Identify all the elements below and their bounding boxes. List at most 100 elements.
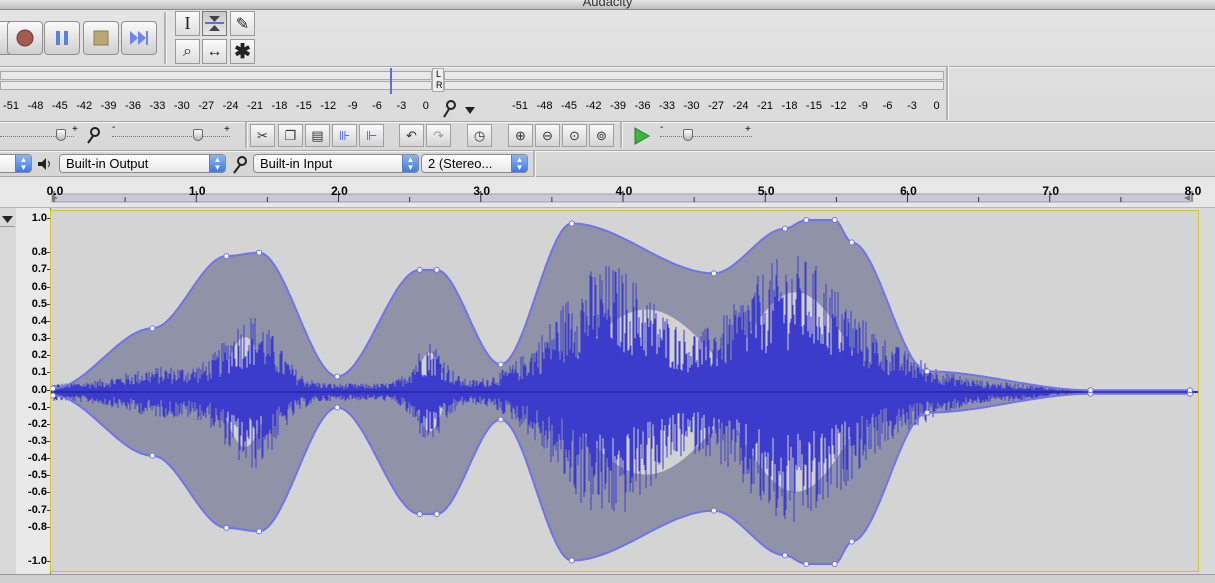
zoom-tool[interactable]: ⌕ (175, 39, 200, 64)
amplitude-ruler[interactable]: 1.0 0.8 0.7 0.6 0.5 0.4 0.3 0.2 0.1 0.0 -0.1 -0.2 -0… (16, 208, 51, 574)
time-shift-tool[interactable]: ↔ (202, 39, 227, 64)
fit-selection-button[interactable]: ⊙ (562, 124, 587, 147)
track-menu-dropdown[interactable] (0, 210, 16, 230)
skip-end-icon (130, 31, 148, 45)
microphone-icon (233, 156, 247, 174)
selection-tool[interactable]: I (175, 11, 200, 36)
output-meter-tick-label: -48 (27, 100, 44, 112)
envelope-tool[interactable] (202, 11, 227, 36)
envelope-control-point[interactable] (334, 404, 341, 411)
window-title: Audacity (582, 0, 633, 9)
envelope-control-point[interactable] (848, 538, 855, 545)
redo-button[interactable]: ↷ (426, 124, 451, 147)
envelope-control-point[interactable] (51, 385, 56, 392)
zoom-in-button[interactable]: ⊕ (508, 124, 533, 147)
meter-label-left: L (436, 69, 442, 79)
cut-button[interactable]: ✂ (250, 124, 275, 147)
play-speed-slider[interactable] (660, 136, 752, 138)
envelope-control-point[interactable] (568, 220, 575, 227)
envelope-control-point[interactable] (51, 392, 56, 399)
envelope-control-point[interactable] (256, 249, 263, 256)
audio-host-select[interactable]: ▲ ▼ (0, 154, 32, 173)
fit-project-button[interactable]: ⊚ (589, 124, 614, 147)
input-channels-select[interactable]: 2 (Stereo... ▲ ▼ (421, 154, 528, 173)
undo-button[interactable]: ↶ (399, 124, 424, 147)
output-meter-scale: -51 -48 -45 -42 -39 -36 -33 -30 -27 -24 -21 -18 -15-… (0, 95, 440, 113)
zoom-out-icon: ⊖ (542, 127, 553, 143)
pause-icon (56, 31, 68, 45)
amplitude-label: 0.5 (31, 297, 47, 310)
envelope-control-point[interactable] (803, 561, 810, 567)
output-meter-right[interactable] (0, 81, 432, 90)
envelope-control-point[interactable] (223, 524, 230, 531)
envelope-control-point[interactable] (334, 373, 341, 380)
copy-button[interactable]: ❐ (278, 124, 303, 147)
stop-button[interactable] (83, 21, 119, 55)
envelope-control-point[interactable] (497, 361, 504, 368)
trim-button[interactable]: ⊪ (332, 124, 357, 147)
output-meter-left[interactable] (0, 71, 432, 80)
track-control-panel[interactable] (0, 208, 17, 574)
waveform-view[interactable] (50, 210, 1199, 572)
output-meter-tick-label: -21 (247, 100, 263, 112)
envelope-control-point[interactable] (1087, 387, 1094, 394)
speaker-icon (38, 158, 50, 170)
draw-tool[interactable]: ✎ (230, 11, 255, 36)
input-meter-tick-label: -21 (757, 100, 773, 112)
envelope-control-point[interactable] (149, 452, 156, 459)
envelope-control-point[interactable] (568, 557, 575, 564)
envelope-control-point[interactable] (416, 511, 423, 518)
input-volume-thumb[interactable] (192, 129, 203, 141)
skip-end-button[interactable] (121, 21, 157, 55)
envelope-control-point[interactable] (848, 239, 855, 246)
timeline-ruler[interactable]: 0.0 1.0 2.0 3.0 4.0 5.0 6.0 7.0 8.0 (0, 177, 1215, 208)
sync-lock-button[interactable]: ◷ (467, 124, 492, 147)
input-meter-menu[interactable] (441, 99, 481, 121)
envelope-control-point[interactable] (433, 266, 440, 273)
paste-button[interactable]: ▤ (305, 124, 330, 147)
toolbar-area: I ✎ ⌕ ↔ ✱ L R -51 -48 -45 -42 -39 -36 -33 -30 -2… (0, 10, 1215, 177)
input-meter-tick-label: -45 (561, 100, 577, 112)
record-button[interactable] (7, 21, 43, 55)
fit-project-icon: ⊚ (596, 127, 607, 143)
envelope-control-point[interactable] (416, 266, 423, 273)
envelope-control-point[interactable] (803, 217, 810, 223)
envelope-control-point[interactable] (710, 270, 717, 277)
waveform-canvas[interactable] (51, 211, 1198, 571)
envelope-control-point[interactable] (781, 225, 788, 232)
envelope-control-point[interactable] (256, 528, 263, 535)
zoom-out-button[interactable]: ⊖ (535, 124, 560, 147)
input-volume-slider[interactable] (112, 136, 230, 138)
envelope-control-point[interactable] (497, 416, 504, 423)
play-speed-thumb[interactable] (682, 129, 693, 141)
envelope-control-point[interactable] (831, 217, 838, 223)
input-meter-tick-label: -6 (882, 100, 893, 112)
selection-icon: I (184, 13, 191, 33)
output-device-value: Built-in Output (66, 156, 149, 171)
output-meter-tick-label: -24 (222, 100, 239, 112)
envelope-control-point[interactable] (924, 409, 931, 416)
envelope-control-point[interactable] (223, 253, 230, 260)
output-device-select[interactable]: Built-in Output ▲ ▼ (59, 154, 226, 173)
clock-icon: ◷ (473, 127, 486, 143)
envelope-control-point[interactable] (149, 325, 156, 332)
timeline-tick-label: 6.0 (900, 184, 917, 198)
output-volume-thumb[interactable] (55, 129, 66, 141)
envelope-control-point[interactable] (710, 507, 717, 514)
envelope-icon (205, 16, 224, 31)
pause-button[interactable] (44, 21, 80, 55)
amplitude-label: 0.0 (31, 383, 47, 396)
envelope-control-point[interactable] (831, 561, 838, 567)
input-device-select[interactable]: Built-in Input ▲ ▼ (253, 154, 419, 173)
envelope-control-point[interactable] (924, 368, 931, 375)
input-meter-left[interactable] (444, 71, 944, 80)
input-meter-scale: -51 -48 -45 -42 -39 -36 -33 -30 -27 -24 -21 -18 -15-… (510, 95, 950, 113)
envelope-control-point[interactable] (781, 552, 788, 559)
timeline-tick-label: 7.0 (1042, 184, 1059, 198)
envelope-control-point[interactable] (1187, 387, 1193, 394)
silence-button[interactable]: ⊩ (359, 124, 384, 147)
envelope-control-point[interactable] (433, 511, 440, 518)
play-at-speed-button[interactable] (628, 124, 653, 147)
multi-tool[interactable]: ✱ (230, 39, 255, 64)
input-meter-right[interactable] (444, 81, 944, 90)
